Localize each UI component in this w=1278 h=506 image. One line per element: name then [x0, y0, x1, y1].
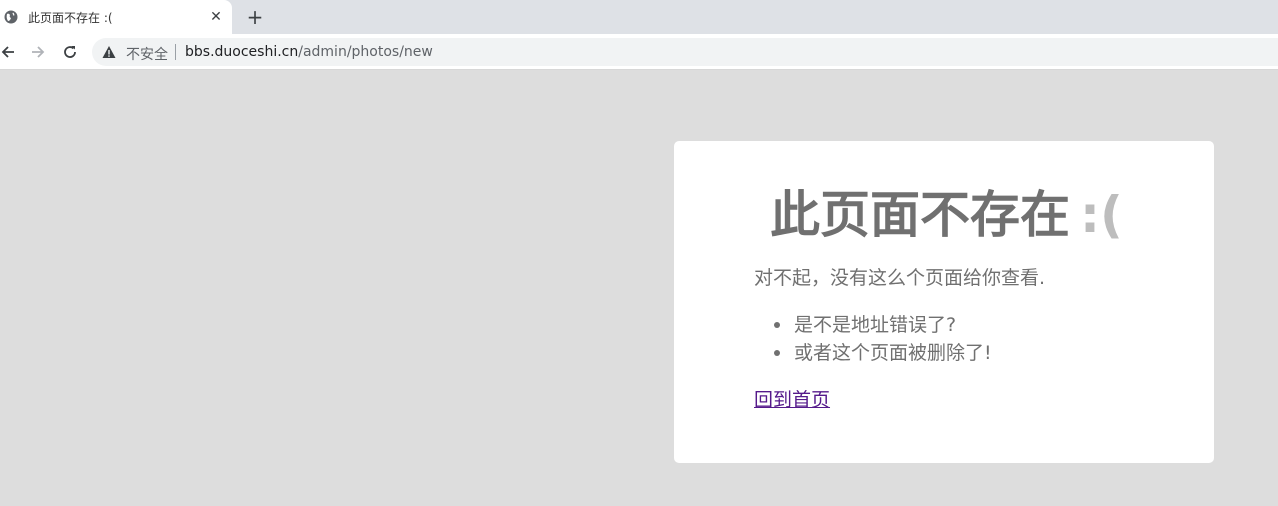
globe-icon — [4, 10, 18, 24]
apology-text: 对不起，没有这么个页面给你查看. — [754, 267, 1046, 289]
browser-tab[interactable]: 此页面不存在 :( ✕ — [0, 0, 232, 34]
url-path: /admin/photos/new — [298, 44, 433, 60]
reason-text: 是不是地址错误了? — [794, 314, 957, 336]
list-item: 是不是地址错误了? — [754, 311, 992, 339]
arrow-right-icon — [32, 46, 45, 58]
heading-text: 此页面不存在 — [770, 186, 1070, 244]
warning-triangle-icon[interactable] — [102, 45, 116, 59]
tab-title: 此页面不存在 :( — [28, 11, 113, 25]
bullet-icon — [774, 350, 780, 356]
address-bar[interactable]: 不安全 bbs.duoceshi.cn/admin/photos/new — [92, 38, 1278, 66]
back-button[interactable] — [0, 40, 20, 64]
reason-text: 或者这个页面被删除了! — [794, 342, 992, 364]
arrow-left-icon — [1, 46, 14, 58]
new-tab-button[interactable]: + — [244, 5, 266, 29]
reload-icon — [64, 46, 76, 58]
page-title: 此页面不存在:( — [770, 175, 1123, 247]
not-secure-label[interactable]: 不安全 — [126, 44, 168, 64]
url-text[interactable]: bbs.duoceshi.cn/admin/photos/new — [185, 44, 433, 60]
forward-button[interactable] — [26, 40, 50, 64]
url-host: bbs.duoceshi.cn — [185, 44, 299, 60]
reason-list: 是不是地址错误了? 或者这个页面被删除了! — [754, 311, 992, 367]
browser-toolbar: 不安全 bbs.duoceshi.cn/admin/photos/new — [0, 34, 1278, 70]
sad-face-emoticon: :( — [1080, 186, 1123, 244]
home-link[interactable]: 回到首页 — [754, 385, 830, 412]
close-icon[interactable]: ✕ — [207, 8, 225, 26]
omnibox-divider — [175, 44, 176, 60]
bullet-icon — [774, 322, 780, 328]
reload-button[interactable] — [58, 40, 82, 64]
tab-strip: 此页面不存在 :( ✕ + — [0, 0, 1278, 34]
list-item: 或者这个页面被删除了! — [754, 339, 992, 367]
error-card: 此页面不存在:( 对不起，没有这么个页面给你查看. 是不是地址错误了? 或者这个… — [674, 141, 1214, 463]
page-content: 此页面不存在:( 对不起，没有这么个页面给你查看. 是不是地址错误了? 或者这个… — [0, 70, 1278, 506]
